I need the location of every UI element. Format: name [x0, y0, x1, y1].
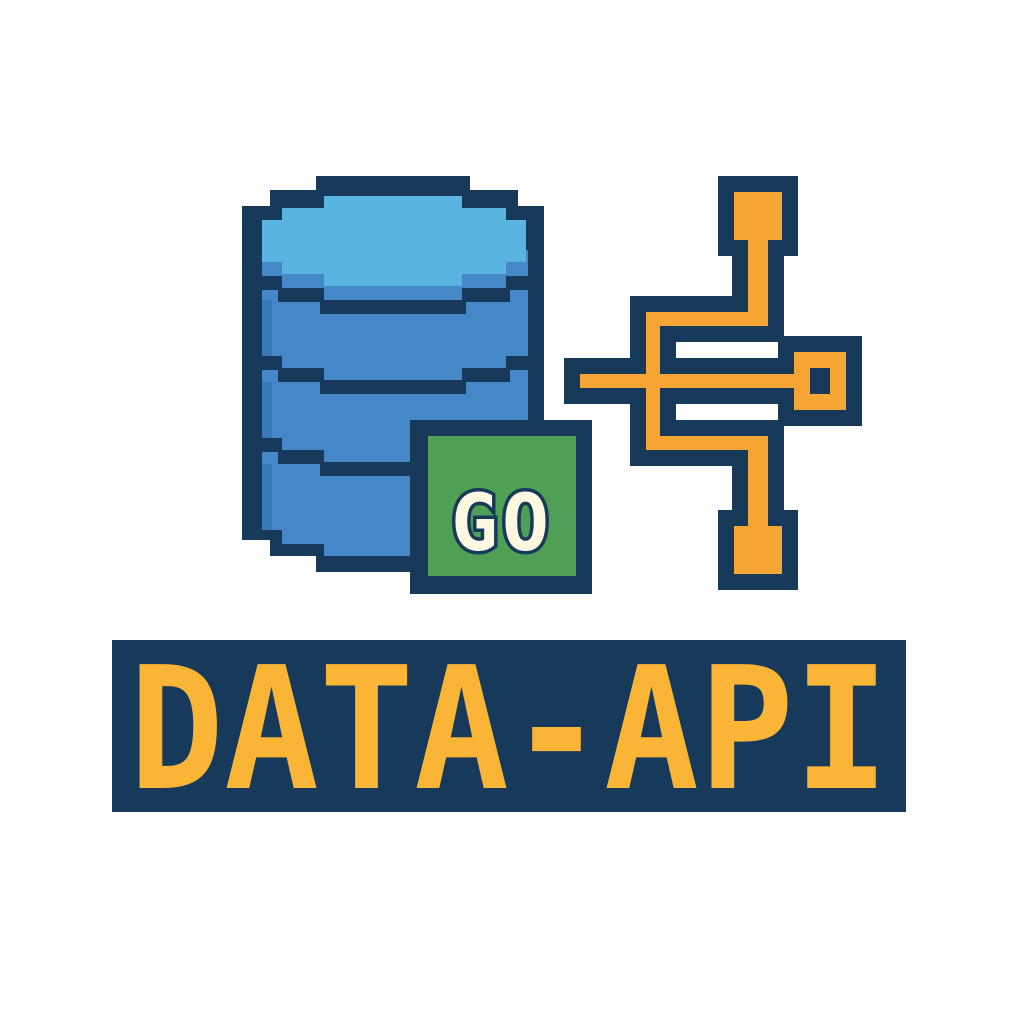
go-badge-icon: GO — [410, 420, 592, 594]
go-badge-label: GO — [451, 479, 553, 569]
data-api-logo: GO DATA-API — [112, 176, 906, 834]
network-connector-icon — [564, 176, 862, 590]
wordmark-text: DATA-API — [129, 631, 889, 829]
wordmark: DATA-API — [112, 626, 906, 834]
